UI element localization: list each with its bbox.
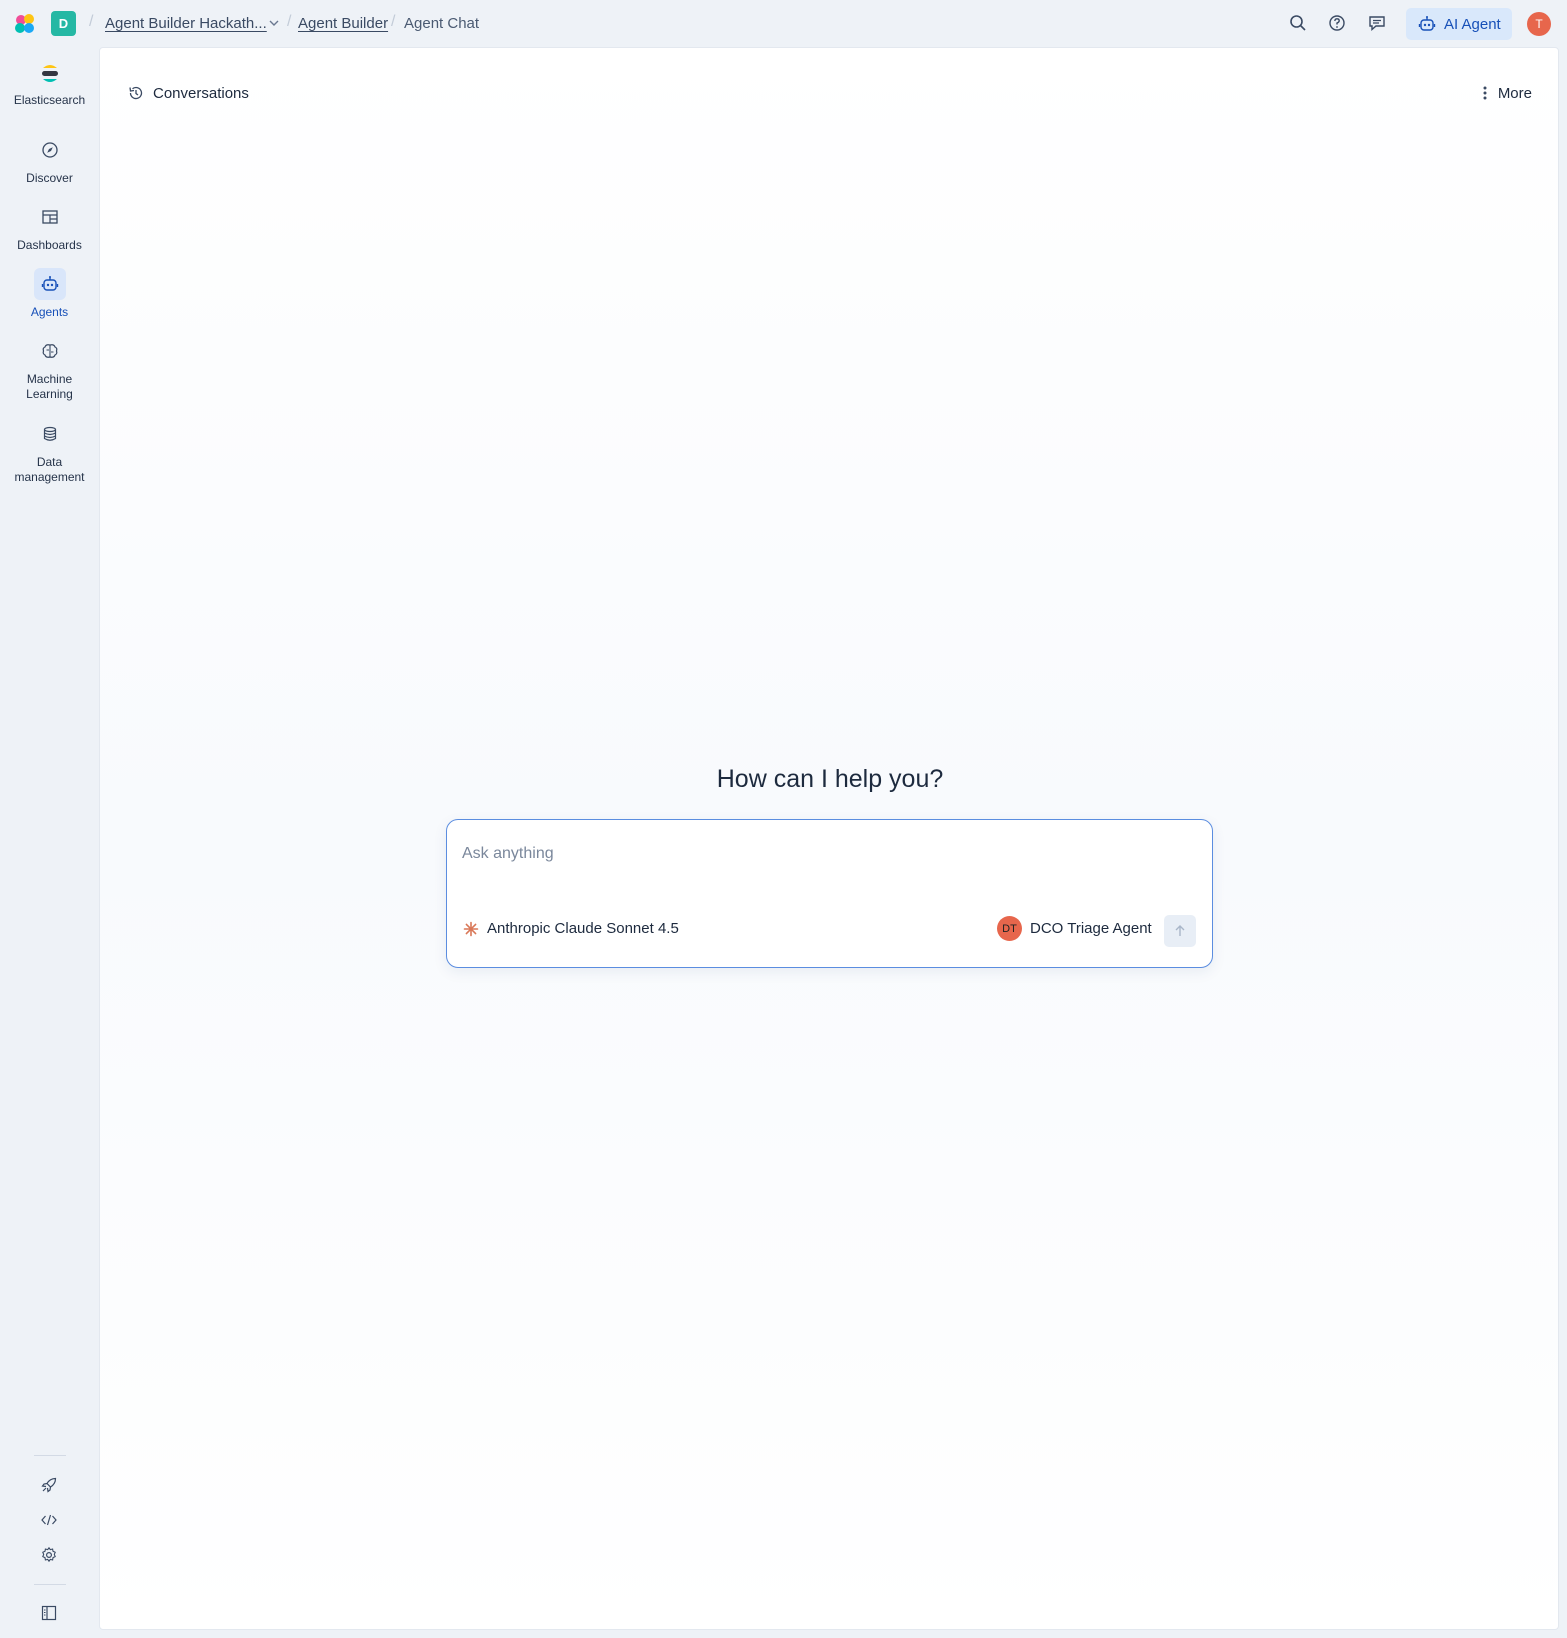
model-label: Anthropic Claude Sonnet 4.5 — [487, 920, 679, 937]
main-panel: Conversations More How can I help you? A… — [99, 47, 1559, 1630]
help-icon[interactable] — [1327, 13, 1347, 33]
breadcrumb-separator: / — [287, 13, 292, 30]
sidebar-item-dashboards[interactable]: Dashboards — [0, 201, 99, 253]
sidebar-brand-label: Elasticsearch — [13, 93, 86, 107]
sidebar-item-machine-learning[interactable]: Machine Learning — [0, 335, 99, 402]
breadcrumb-agent-builder[interactable]: Agent Builder — [298, 15, 388, 32]
send-button[interactable] — [1164, 915, 1196, 947]
sidebar-item-label: Machine Learning — [26, 372, 73, 401]
chat-composer: Anthropic Claude Sonnet 4.5 DT DCO Triag… — [446, 819, 1213, 968]
history-icon — [129, 86, 143, 100]
rocket-icon — [41, 1477, 57, 1493]
sidebar-divider — [34, 1584, 66, 1585]
ai-agent-button[interactable]: AI Agent — [1406, 8, 1512, 40]
breadcrumb-current: Agent Chat — [404, 15, 480, 32]
dashboard-icon — [41, 210, 58, 224]
sidebar-item-label: Discover — [26, 171, 73, 185]
breadcrumb-project[interactable]: Agent Builder Hackath... — [105, 15, 267, 32]
sidebar-item-label: Dashboards — [17, 238, 82, 252]
elasticsearch-logo-icon — [41, 65, 58, 82]
search-icon[interactable] — [1288, 13, 1308, 33]
model-selector[interactable]: Anthropic Claude Sonnet 4.5 — [463, 920, 679, 937]
agent-label: DCO Triage Agent — [1030, 920, 1152, 937]
agent-avatar: DT — [997, 916, 1022, 941]
anthropic-burst-icon — [463, 921, 479, 936]
settings-button[interactable] — [38, 1544, 60, 1566]
space-badge[interactable]: D — [51, 11, 76, 36]
robot-icon — [41, 276, 58, 291]
arrow-up-icon — [1175, 925, 1185, 936]
developer-tools-button[interactable] — [38, 1509, 60, 1531]
robot-icon — [1418, 16, 1436, 31]
greeting-heading: How can I help you? — [716, 765, 944, 793]
kibana-logo-icon[interactable] — [12, 11, 38, 37]
sidebar-item-agents[interactable]: Agents — [0, 268, 99, 320]
sidebar-item-label: Data management — [14, 455, 85, 484]
sidebar-item-label: Agents — [30, 305, 69, 319]
breadcrumb-separator: / — [89, 13, 94, 30]
panel-toggle-icon — [41, 1605, 57, 1621]
breadcrumb-separator: / — [391, 13, 396, 30]
more-button[interactable]: More — [1482, 84, 1532, 102]
top-header: D / Agent Builder Hackath... / Agent Bui… — [0, 0, 1567, 47]
code-icon — [41, 1514, 57, 1526]
ai-agent-label: AI Agent — [1444, 15, 1501, 33]
chat-input[interactable] — [462, 834, 1192, 874]
side-navigation: Elasticsearch Discover Dashboards Agents… — [0, 47, 99, 1638]
gear-icon — [42, 1546, 56, 1563]
chevron-down-icon[interactable] — [268, 17, 280, 29]
sidebar-item-data-management[interactable]: Data management — [0, 418, 99, 485]
getting-started-button[interactable] — [38, 1474, 60, 1496]
feedback-icon[interactable] — [1367, 13, 1387, 33]
compass-icon — [41, 142, 58, 158]
database-icon — [43, 426, 56, 441]
collapse-sidebar-button[interactable] — [38, 1602, 60, 1624]
agent-selector[interactable]: DT DCO Triage Agent — [997, 916, 1152, 941]
user-avatar[interactable]: T — [1527, 12, 1551, 36]
conversations-button[interactable]: Conversations — [127, 84, 249, 102]
sidebar-item-discover[interactable]: Discover — [0, 134, 99, 186]
sidebar-brand-elasticsearch[interactable]: Elasticsearch — [0, 62, 99, 108]
brain-icon — [42, 344, 57, 358]
more-label: More — [1497, 84, 1532, 102]
sidebar-divider — [34, 1455, 66, 1456]
conversations-label: Conversations — [153, 84, 249, 102]
more-vertical-icon — [1483, 86, 1487, 100]
